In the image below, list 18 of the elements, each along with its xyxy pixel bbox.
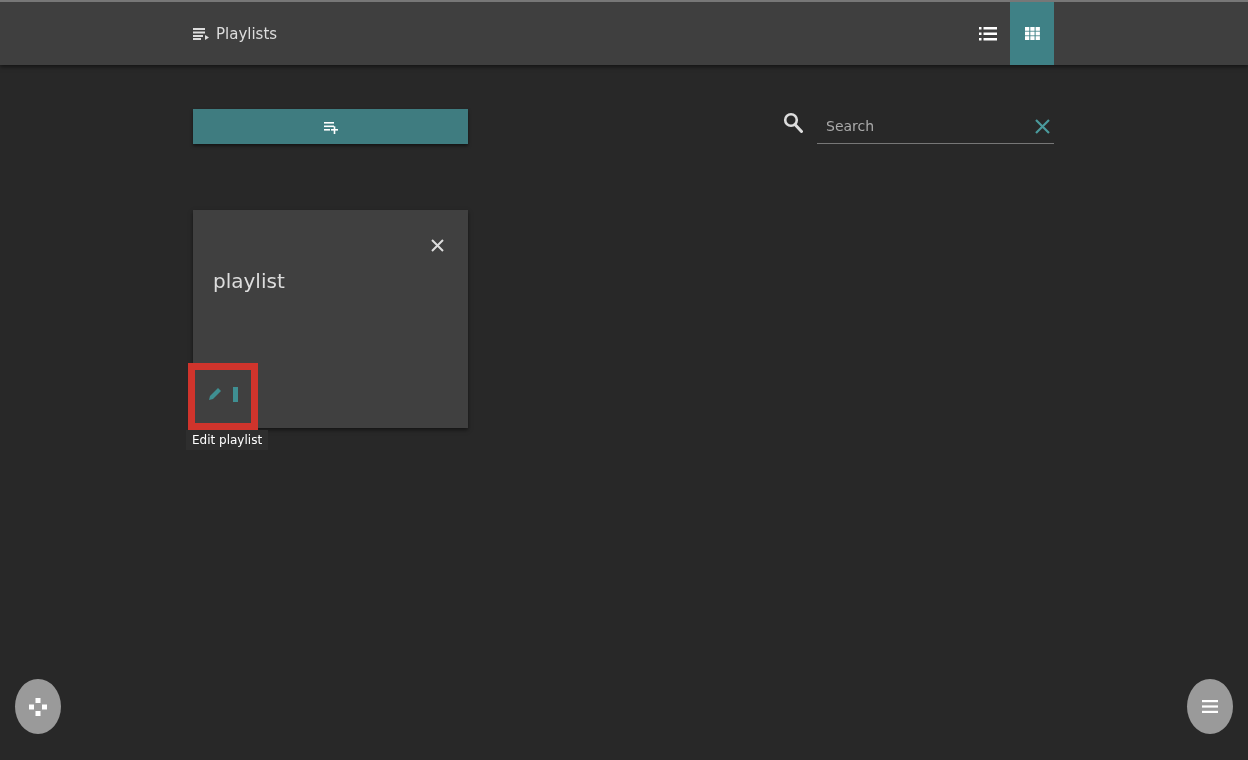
edit-button[interactable] <box>207 386 223 402</box>
playlist-add-icon <box>323 122 338 134</box>
close-icon[interactable] <box>431 239 444 252</box>
gamepad-button[interactable] <box>15 679 61 734</box>
search-icon <box>783 112 803 133</box>
page-title: Playlists <box>216 24 278 43</box>
playlist-icon <box>193 27 209 40</box>
menu-button[interactable] <box>1187 679 1233 734</box>
list-icon <box>979 26 997 41</box>
clear-icon[interactable] <box>1035 118 1050 134</box>
tooltip: Edit playlist <box>186 430 269 450</box>
playlist-title: playlist <box>213 269 285 293</box>
grid-view-button[interactable] <box>1010 2 1054 65</box>
dpad-icon <box>29 697 47 716</box>
search-field[interactable]: Search <box>817 118 1035 134</box>
menu-icon <box>1202 700 1218 713</box>
grid-icon <box>1024 27 1040 40</box>
trash-icon[interactable] <box>233 386 238 402</box>
